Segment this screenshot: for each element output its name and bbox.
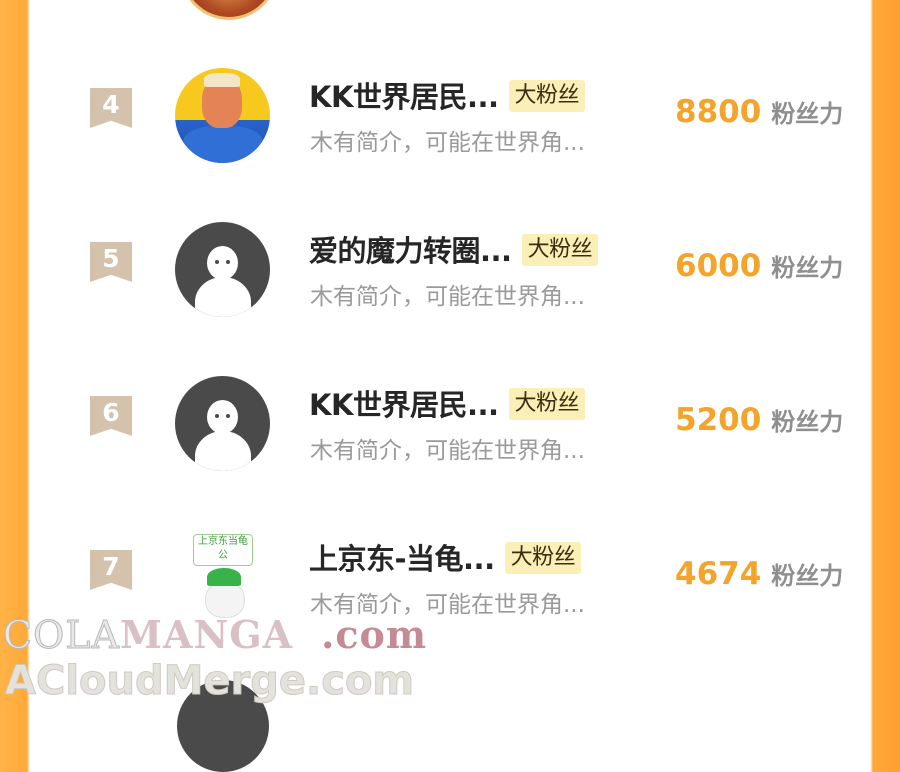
user-name[interactable]: 上京东-当龟... 大粉丝 xyxy=(309,536,582,578)
fan-level-badge: 大粉丝 xyxy=(521,234,599,266)
fan-level-badge: 大粉丝 xyxy=(504,542,582,574)
fan-power-score: 4674 粉丝力 xyxy=(675,556,844,592)
next-user-avatar[interactable] xyxy=(177,680,269,772)
user-avatar[interactable] xyxy=(175,376,270,471)
user-avatar[interactable]: 上京东当龟公 xyxy=(175,530,270,625)
ranking-row[interactable]: 5 爱的魔力转圈... 大粉丝 木有简介，可能在世界角... 6000 粉丝力 xyxy=(30,184,870,334)
fan-power-score: 8800 粉丝力 xyxy=(675,94,844,130)
user-name[interactable]: 爱的魔力转圈... 大粉丝 xyxy=(309,228,599,270)
user-intro: 木有简介，可能在世界角... xyxy=(310,130,585,156)
fan-level-badge: 大粉丝 xyxy=(508,80,586,112)
ranking-row[interactable]: 6 KK世界居民... 大粉丝 木有简介，可能在世界角... 5200 粉丝力 xyxy=(30,338,870,488)
user-avatar[interactable] xyxy=(175,222,270,317)
user-avatar[interactable] xyxy=(175,68,270,163)
user-intro: 木有简介，可能在世界角... xyxy=(310,592,585,618)
rank-ribbon: 7 xyxy=(90,550,132,590)
fan-level-badge: 大粉丝 xyxy=(508,388,586,420)
user-name[interactable]: KK世界居民... 大粉丝 xyxy=(309,382,586,424)
ranking-row[interactable]: 4 KK世界居民... 大粉丝 木有简介，可能在世界角... 8800 粉丝力 xyxy=(30,30,870,180)
ranking-row[interactable]: 7 上京东当龟公 上京东-当龟... 大粉丝 木有简介，可能在世界角... 467… xyxy=(30,492,870,642)
avatar-sign: 上京东当龟公 xyxy=(193,534,253,566)
user-intro: 木有简介，可能在世界角... xyxy=(310,438,585,464)
fan-power-score: 6000 粉丝力 xyxy=(675,248,844,284)
rank-3-avatar[interactable] xyxy=(180,0,278,20)
user-intro: 木有简介，可能在世界角... xyxy=(310,284,585,310)
rank-ribbon: 6 xyxy=(90,396,132,436)
fan-power-score: 5200 粉丝力 xyxy=(675,402,844,438)
user-name[interactable]: KK世界居民... 大粉丝 xyxy=(309,74,586,116)
rank-ribbon: 5 xyxy=(90,242,132,282)
fan-ranking-list: 4 KK世界居民... 大粉丝 木有简介，可能在世界角... 8800 粉丝力 5 … xyxy=(30,0,870,772)
rank-ribbon: 4 xyxy=(90,88,132,128)
